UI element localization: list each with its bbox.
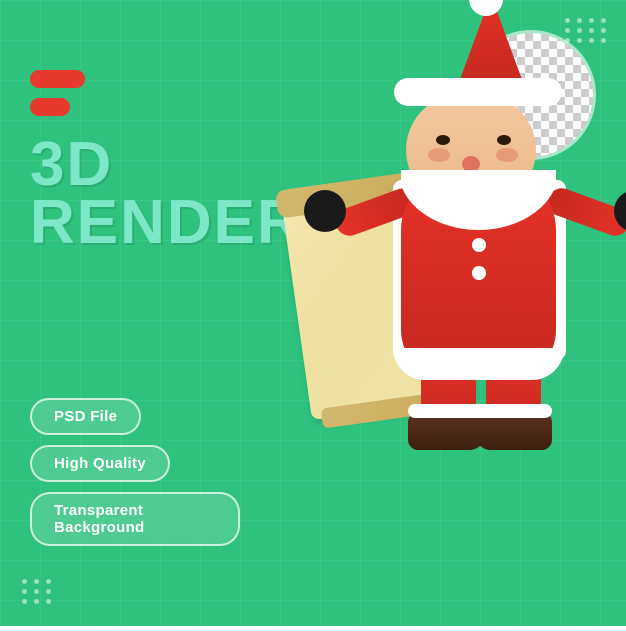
santa-hat-pom	[469, 0, 503, 16]
santa-button-3	[472, 266, 486, 280]
glove-left	[304, 190, 346, 232]
santa-button-2	[472, 238, 486, 252]
title-3d: 3D	[30, 134, 240, 196]
stripe-bottom	[30, 98, 70, 116]
boot-right	[474, 412, 552, 450]
title-render: RENDER	[30, 192, 240, 254]
stripe-decoration	[30, 70, 240, 116]
badge-psd-label: PSD File	[54, 408, 117, 425]
santa-eye-left	[436, 135, 450, 145]
dots-top-right	[565, 18, 608, 43]
santa-eye-right	[497, 135, 511, 145]
santa-hat-base	[394, 78, 562, 106]
santa-cheek-right	[496, 148, 518, 162]
badge-trans-label: Transparent Background	[54, 502, 216, 536]
badge-group: PSD File High Quality Transparent Backgr…	[30, 398, 240, 546]
main-canvas: 3D RENDER PSD File High Quality Transpar…	[0, 0, 626, 626]
badge-psd-file: PSD File	[30, 398, 141, 435]
stripe-top	[30, 70, 85, 88]
left-panel: 3D RENDER PSD File High Quality Transpar…	[0, 0, 260, 626]
badge-hq-label: High Quality	[54, 455, 146, 472]
santa-cheek-left	[428, 148, 450, 162]
badge-high-quality: High Quality	[30, 445, 170, 482]
badge-transparent: Transparent Background	[30, 492, 240, 546]
